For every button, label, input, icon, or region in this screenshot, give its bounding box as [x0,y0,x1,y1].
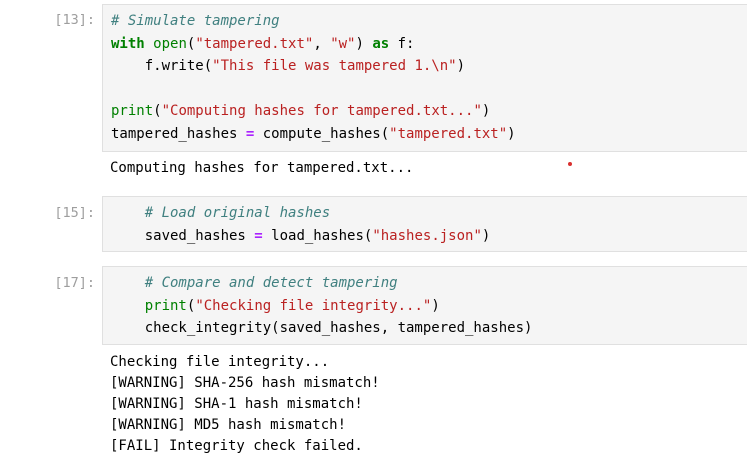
output-line: Checking file integrity... [110,354,330,370]
code-token: ) [431,297,440,314]
code-token: saved_hashes [111,227,255,244]
execution-count-prompt: [13]: [54,12,95,28]
execution-count-prompt: [17]: [54,275,95,291]
code-token: as [372,35,390,52]
code-input-area[interactable]: # Compare and detect tampering print("Ch… [102,266,747,345]
code-token: "tampered.txt" [195,35,314,52]
output-line: [WARNING] SHA-256 hash mismatch! [110,375,380,391]
code-token: , [313,35,331,52]
output-line: [FAIL] Integrity check failed. [110,438,363,454]
code-line: print("Checking file integrity...") [111,295,532,318]
code-token: "Computing hashes for tampered.txt..." [161,103,482,119]
notebook-cell-15[interactable]: [15]: # Load original hashes saved_hashe… [0,196,747,256]
code-input-area[interactable]: # Load original hashes saved_hashes = lo… [102,196,747,252]
code-editor[interactable]: # Compare and detect tampering print("Ch… [111,272,533,340]
code-token: "Checking file integrity..." [195,297,432,314]
code-token: ) [481,103,491,119]
code-line: print("Computing hashes for tampered.txt… [111,100,516,123]
code-line: saved_hashes = load_hashes("hashes.json"… [111,225,491,248]
code-editor[interactable]: # Load original hashes saved_hashes = lo… [111,202,491,248]
code-token: "hashes.json" [372,227,482,244]
code-editor[interactable]: # Simulate tampering with open("tampered.… [111,10,516,145]
notebook-cell-13[interactable]: [13]: # Simulate tampering with open("tam… [0,0,747,190]
code-token: check_integrity(saved_hashes, tampered_h… [111,320,533,336]
code-line: tampered_hashes = compute_hashes("tamper… [111,123,516,146]
cell-output: Computing hashes for tampered.txt... [110,158,413,179]
output-line: [WARNING] SHA-1 hash mismatch! [110,396,363,412]
code-token: # Simulate tampering [111,13,280,29]
code-token: ( [153,103,162,119]
code-token: tampered_hashes [111,125,246,142]
code-line: # Load original hashes [111,202,490,225]
code-token: # Compare and detect tampering [144,275,398,291]
code-token: f.write( [111,58,213,74]
code-token: f: [389,35,415,52]
code-token: open [153,35,187,52]
code-line: with open("tampered.txt", "w") as f: [111,33,516,56]
code-token: ) [355,35,373,52]
cell-output: Checking file integrity... [WARNING] SHA-… [110,352,380,457]
code-token: ) [481,227,491,244]
output-line: Computing hashes for tampered.txt... [110,160,414,176]
code-token: "This file was tampered 1.\n" [212,58,457,74]
code-input-area[interactable]: # Simulate tampering with open("tampered.… [102,4,747,152]
code-token: ) [507,125,516,142]
code-token: print [144,297,187,314]
code-token: with [111,35,145,52]
code-token: ) [456,58,466,74]
output-line: [WARNING] MD5 hash mismatch! [110,417,347,433]
code-token: compute_hashes( [254,125,390,142]
code-token: load_hashes( [262,227,373,244]
notebook-cell-17[interactable]: [17]: # Compare and detect tampering pri… [0,266,747,465]
code-line: check_integrity(saved_hashes, tampered_h… [111,317,533,340]
code-token: "tampered.txt" [389,125,508,142]
code-token: = [254,227,263,244]
code-line: # Compare and detect tampering [111,272,532,295]
execution-count-prompt: [15]: [54,205,95,221]
cursor-marker [568,162,572,166]
code-token: # Load original hashes [144,205,331,221]
code-line: f.write("This file was tampered 1.\n") [111,55,516,78]
code-line: # Simulate tampering [111,10,516,33]
code-token: "w" [330,35,356,52]
code-token: print [111,103,154,119]
